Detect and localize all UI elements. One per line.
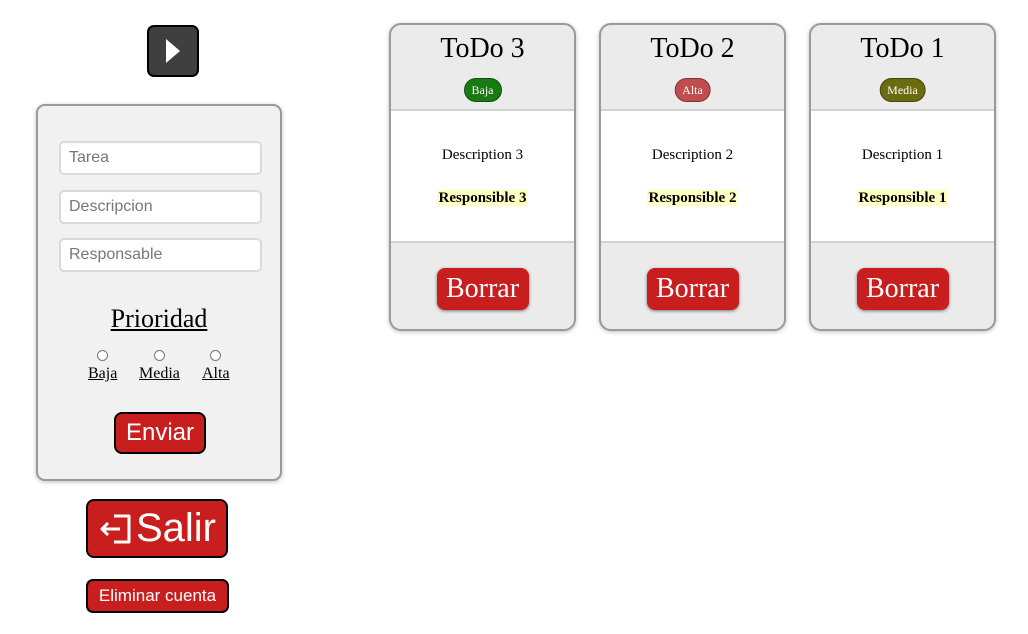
todo-card-body: Description 2 Responsible 2 xyxy=(601,109,784,243)
logout-label: Salir xyxy=(135,506,217,550)
priority-option-media[interactable]: Media xyxy=(139,350,180,383)
todo-card-header: ToDo 1 Media xyxy=(811,25,994,109)
priority-radio-alta[interactable] xyxy=(210,350,222,361)
todo-description: Description 3 xyxy=(441,147,524,163)
delete-account-button[interactable]: Eliminar cuenta xyxy=(86,579,229,613)
priority-title: Prioridad xyxy=(110,304,208,333)
play-icon xyxy=(166,39,180,63)
description-input[interactable] xyxy=(59,190,262,224)
priority-badge: Media xyxy=(879,78,926,102)
todo-card: ToDo 2 Alta Description 2 Responsible 2 … xyxy=(599,23,786,331)
priority-label-baja[interactable]: Baja xyxy=(88,365,117,383)
todo-form: Prioridad Baja Media Alta Enviar xyxy=(36,104,282,481)
responsible-input[interactable] xyxy=(59,238,262,272)
todo-card-header: ToDo 3 Baja xyxy=(391,25,574,109)
todo-card-header: ToDo 2 Alta xyxy=(601,25,784,109)
delete-todo-button[interactable]: Borrar xyxy=(646,268,739,310)
todo-responsible: Responsible 3 xyxy=(436,190,529,206)
priority-label-alta[interactable]: Alta xyxy=(202,365,230,383)
todo-description: Description 2 xyxy=(651,147,734,163)
todo-title: ToDo 2 xyxy=(650,33,735,64)
task-input[interactable] xyxy=(59,141,262,175)
logout-icon xyxy=(100,514,131,543)
priority-radio-media[interactable] xyxy=(153,350,165,361)
play-button[interactable] xyxy=(147,25,199,77)
delete-todo-button[interactable]: Borrar xyxy=(436,268,529,310)
todo-responsible: Responsible 2 xyxy=(646,190,739,206)
submit-button[interactable]: Enviar xyxy=(114,412,206,454)
priority-option-baja[interactable]: Baja xyxy=(88,350,117,383)
todo-title: ToDo 3 xyxy=(440,33,525,64)
priority-radio-baja[interactable] xyxy=(97,350,109,361)
todo-card-body: Description 3 Responsible 3 xyxy=(391,109,574,243)
priority-badge: Alta xyxy=(674,78,711,102)
priority-label-media[interactable]: Media xyxy=(139,365,180,383)
delete-todo-button[interactable]: Borrar xyxy=(856,268,949,310)
todo-title: ToDo 1 xyxy=(860,33,945,64)
logout-button[interactable]: Salir xyxy=(86,499,228,558)
todo-responsible: Responsible 1 xyxy=(856,190,949,206)
todo-card: ToDo 1 Media Description 1 Responsible 1… xyxy=(809,23,996,331)
todo-description: Description 1 xyxy=(861,147,944,163)
todo-card: ToDo 3 Baja Description 3 Responsible 3 … xyxy=(389,23,576,331)
priority-badge: Baja xyxy=(463,78,502,102)
todo-card-body: Description 1 Responsible 1 xyxy=(811,109,994,243)
priority-option-alta[interactable]: Alta xyxy=(202,350,230,383)
